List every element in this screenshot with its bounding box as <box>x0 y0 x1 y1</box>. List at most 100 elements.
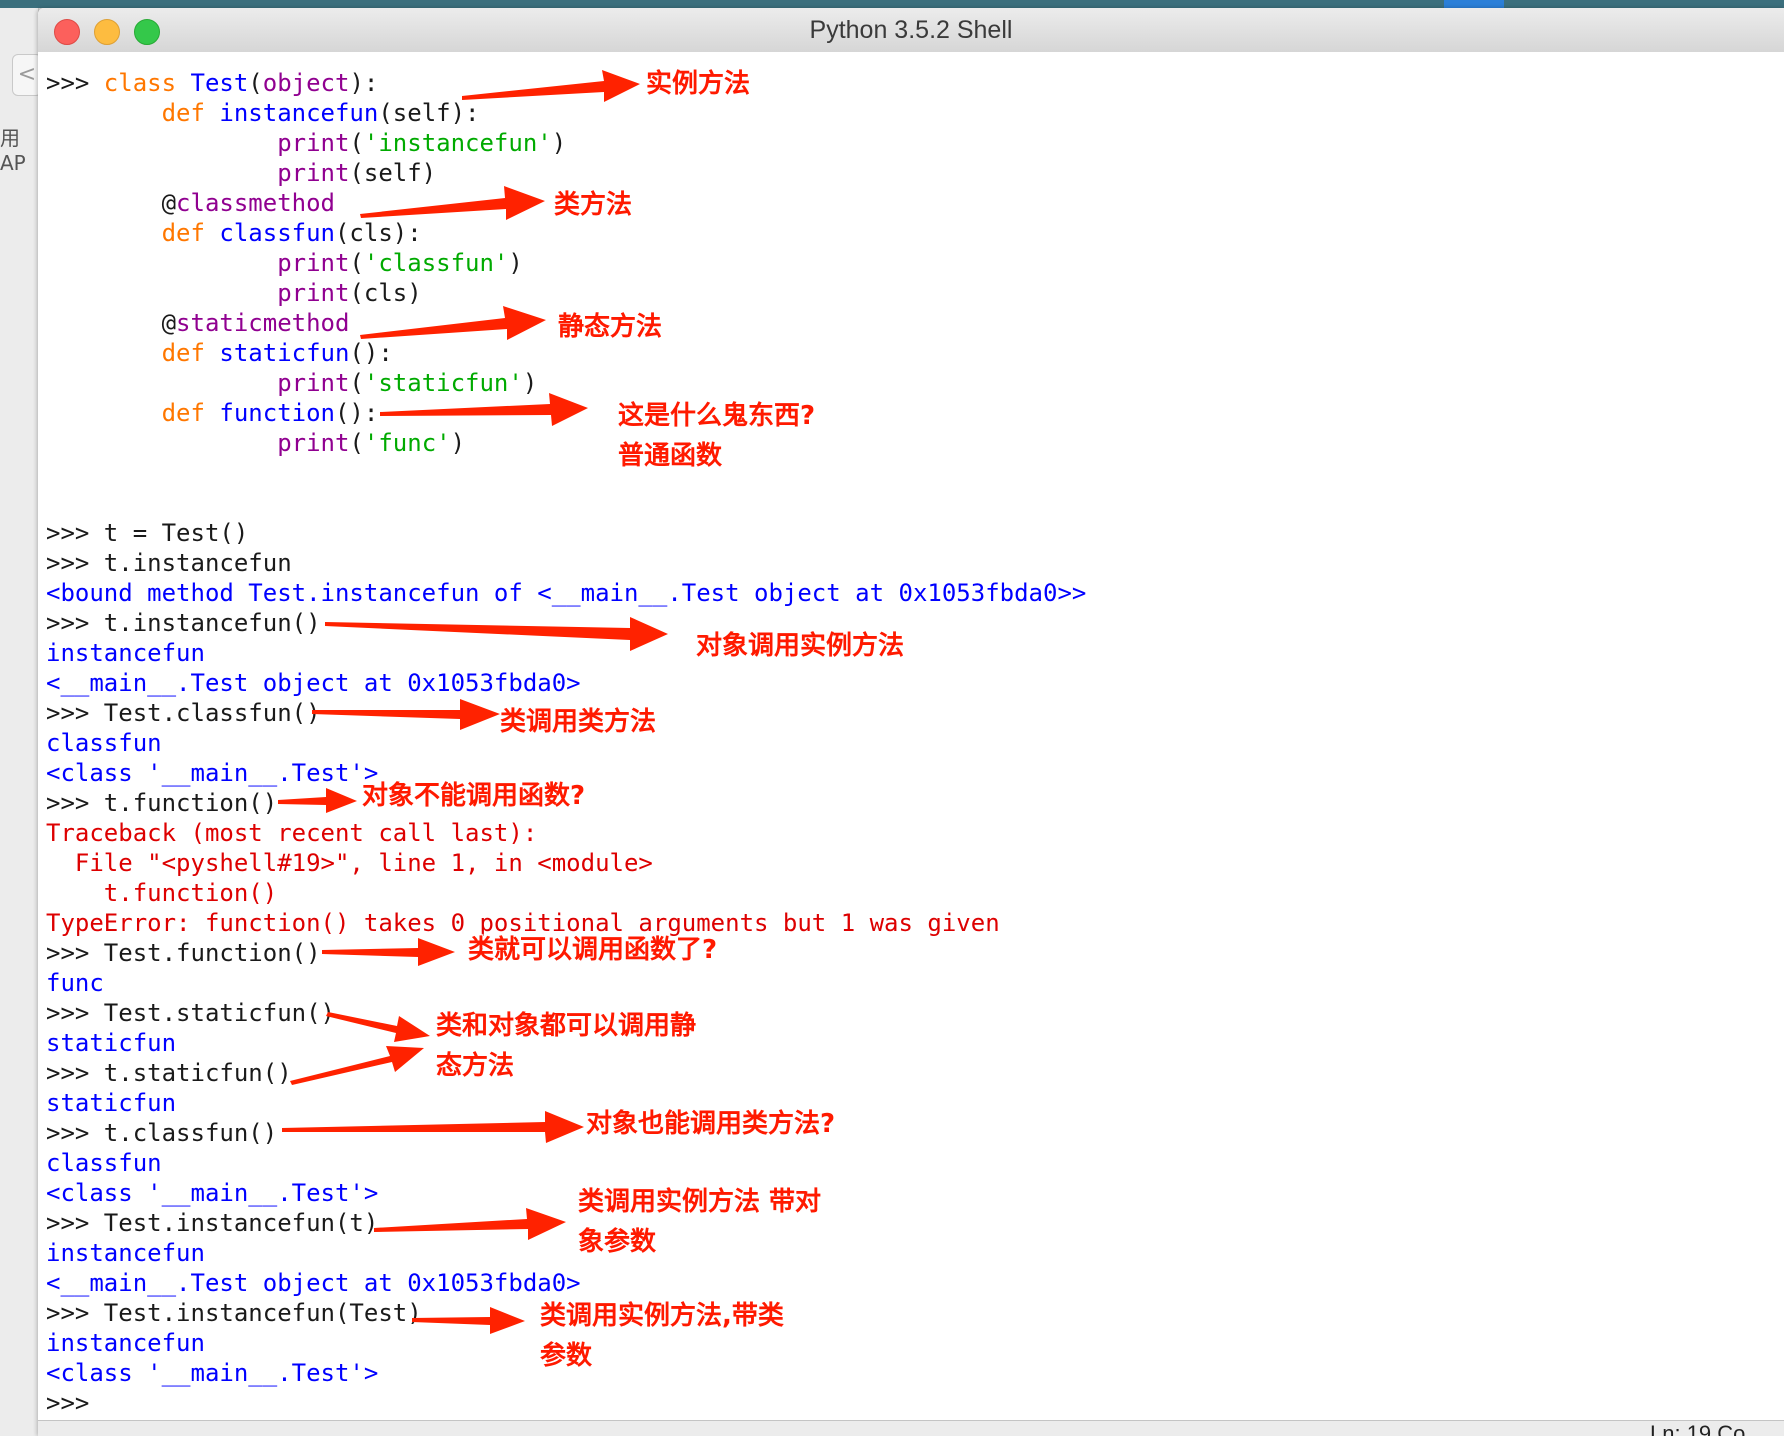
shell-token: t.function() <box>46 879 278 907</box>
shell-token: Test.instancefun(t) <box>103 1209 379 1237</box>
shell-line: instancefun <box>46 1328 205 1358</box>
shell-token: (): <box>349 339 393 367</box>
shell-token: File "<pyshell#19>", line 1, in <module> <box>46 849 653 877</box>
shell-token: classmethod <box>176 189 335 217</box>
shell-token: >>> <box>46 549 104 577</box>
annotation-class-instance-with-object-line2: 象参数 <box>578 1227 657 1257</box>
shell-token: (cls) <box>349 279 422 307</box>
annotation-instance-method: 实例方法 <box>646 69 751 99</box>
shell-token: classfun <box>46 729 162 757</box>
shell-token: Test.function() <box>103 939 321 967</box>
title-bar[interactable]: Python 3.5.2 Shell <box>38 8 1784 53</box>
shell-line: >>> t.instancefun <box>46 548 292 578</box>
shell-line: print(self) <box>46 158 436 188</box>
desktop-background <box>0 0 1784 8</box>
shell-token: Test.classfun() <box>103 699 321 727</box>
shell-token: ) <box>551 129 567 157</box>
shell-token: >>> <box>46 1119 104 1147</box>
shell-token: <class '__main__.Test'> <box>46 759 379 787</box>
shell-line: >>> Test.classfun() <box>46 698 321 728</box>
shell-token <box>46 129 277 157</box>
shell-token: Test.staticfun() <box>103 999 335 1027</box>
shell-token: ( <box>248 69 263 97</box>
shell-line: <__main__.Test object at 0x1053fbda0> <box>46 1268 581 1298</box>
shell-token: 'func' <box>363 429 451 457</box>
shell-token: ( <box>349 429 364 457</box>
shell-line: func <box>46 968 104 998</box>
shell-line: >>> t.instancefun() <box>46 608 321 638</box>
shell-token: >>> <box>46 789 104 817</box>
shell-line: <class '__main__.Test'> <box>46 758 378 788</box>
shell-line: Traceback (most recent call last): <box>46 818 537 848</box>
shell-token: ( <box>349 369 364 397</box>
annotation-class-method: 类方法 <box>554 190 633 220</box>
zoom-window-button[interactable] <box>134 19 160 45</box>
shell-line: def instancefun(self): <box>46 98 480 128</box>
shell-token: >>> <box>46 69 104 97</box>
shell-token: (self) <box>349 159 437 187</box>
shell-line: >>> Test.function() <box>46 938 321 968</box>
shell-token: t.classfun() <box>103 1119 278 1147</box>
shell-token: ) <box>522 369 538 397</box>
shell-token: >>> <box>46 519 104 547</box>
annotation-class-instance-with-class-line2: 参数 <box>540 1341 593 1371</box>
shell-line: print(cls) <box>46 278 422 308</box>
shell-line: staticfun <box>46 1088 176 1118</box>
shell-line: <class '__main__.Test'> <box>46 1178 378 1208</box>
shell-token: func <box>46 969 104 997</box>
shell-token: instancefun <box>219 99 379 127</box>
shell-token: print <box>277 429 350 457</box>
shell-token: staticfun <box>46 1089 177 1117</box>
shell-token: print <box>277 369 350 397</box>
shell-line: File "<pyshell#19>", line 1, in <module> <box>46 848 653 878</box>
shell-token: function <box>219 399 335 427</box>
shell-token <box>46 429 277 457</box>
shell-token: @ <box>46 309 177 337</box>
shell-line: >>> Test.staticfun() <box>46 998 335 1028</box>
minimize-window-button[interactable] <box>94 19 120 45</box>
shell-text-area[interactable]: >>> class Test(object): def instancefun(… <box>38 52 1784 1420</box>
shell-token: t.staticfun() <box>103 1059 292 1087</box>
shell-token: def <box>161 219 220 247</box>
shell-token: >>> <box>46 699 104 727</box>
shell-token: t.instancefun() <box>103 609 321 637</box>
shell-token: >>> <box>46 1209 104 1237</box>
annotation-plain-function: 普通函数 <box>618 441 723 471</box>
shell-token: Test <box>190 69 249 97</box>
shell-line: <__main__.Test object at 0x1053fbda0> <box>46 668 581 698</box>
shell-token: staticmethod <box>176 309 350 337</box>
shell-token: print <box>277 249 350 277</box>
shell-line: >>> t.classfun() <box>46 1118 277 1148</box>
shell-token: @ <box>46 189 177 217</box>
shell-token: instancefun <box>46 639 205 667</box>
shell-line: >>> t = Test() <box>46 518 248 548</box>
shell-line: @classmethod <box>46 188 335 218</box>
shell-token: <bound method Test.instancefun of <__mai… <box>46 579 1087 607</box>
shell-line: >>> t.function() <box>46 788 277 818</box>
shell-line: @staticmethod <box>46 308 350 338</box>
shell-token: classfun <box>219 219 335 247</box>
shell-token: ): <box>349 69 379 97</box>
shell-token: print <box>277 279 350 307</box>
close-window-button[interactable] <box>54 19 80 45</box>
shell-token: Test.instancefun(Test) <box>103 1299 422 1327</box>
shell-token: >>> <box>46 609 104 637</box>
shell-token <box>46 279 277 307</box>
annotation-object-calls-class-method: 对象也能调用类方法? <box>586 1109 836 1139</box>
shell-token: 'staticfun' <box>363 369 523 397</box>
shell-token: Traceback (most recent call last): <box>46 819 538 847</box>
shell-token: ) <box>508 249 523 277</box>
cursor-position: Ln: 19 Co <box>1650 1421 1746 1436</box>
shell-token: >>> <box>46 1299 104 1327</box>
shell-token: >>> <box>46 1389 104 1417</box>
shell-token: <class '__main__.Test'> <box>46 1179 379 1207</box>
shell-token: print <box>277 129 350 157</box>
shell-token: <__main__.Test object at 0x1053fbda0> <box>46 1269 581 1297</box>
shell-token: t.function() <box>103 789 278 817</box>
shell-line: <bound method Test.instancefun of <__mai… <box>46 578 1086 608</box>
shell-token: (): <box>334 399 379 427</box>
shell-line: t.function() <box>46 878 277 908</box>
shell-line: >>> class Test(object): <box>46 68 378 98</box>
shell-line: print('func') <box>46 428 465 458</box>
annotation-class-calls-class-method: 类调用类方法 <box>500 707 657 737</box>
